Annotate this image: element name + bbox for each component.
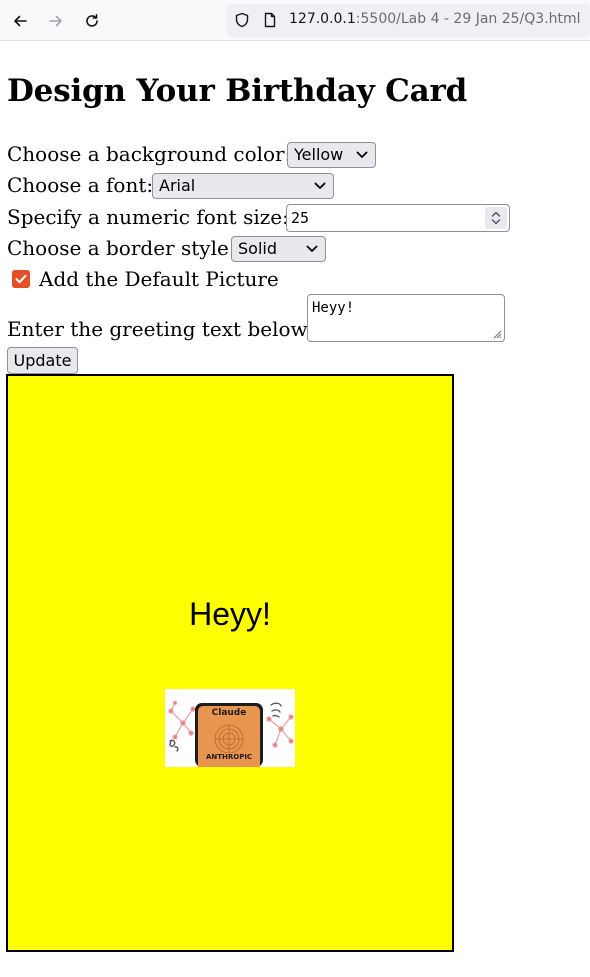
font-size-input[interactable]: 25 <box>286 204 510 232</box>
default-picture-label[interactable]: Add the Default Picture <box>39 266 279 292</box>
url-path: :5500/Lab 4 - 29 Jan 25/Q3.html <box>355 11 581 27</box>
bg-color-select[interactable]: Yellow <box>287 142 376 168</box>
reload-icon <box>86 14 98 27</box>
font-value: Arial <box>159 176 196 195</box>
arrow-left-icon <box>14 15 27 27</box>
chevron-down-icon <box>314 182 326 189</box>
page-icon[interactable] <box>262 12 278 32</box>
address-bar[interactable]: 127.0.0.1:5500/Lab 4 - 29 Jan 25/Q3.html <box>227 4 590 37</box>
font-size-value: 25 <box>291 209 310 227</box>
bg-color-value: Yellow <box>294 145 344 164</box>
forward-button[interactable] <box>42 7 70 35</box>
greeting-textarea-value: Heyy! <box>312 300 355 316</box>
border-style-select[interactable]: Solid <box>231 236 326 262</box>
arrow-right-icon <box>49 15 62 27</box>
border-style-value: Solid <box>238 239 277 258</box>
url-host: 127.0.0.1 <box>289 11 356 27</box>
default-picture: Claude ANTHROPIC <box>165 689 295 767</box>
chevron-down-icon <box>356 151 368 158</box>
picture-bottom-text: ANTHROPIC <box>205 753 253 761</box>
chevron-down-icon <box>306 245 318 252</box>
picture-top-text: Claude <box>211 708 247 718</box>
default-picture-checkbox[interactable] <box>12 270 30 288</box>
shield-icon[interactable] <box>234 12 250 32</box>
back-button[interactable] <box>6 7 34 35</box>
font-size-label: Specify a numeric font size: <box>7 205 289 229</box>
font-label: Choose a font: <box>7 173 154 197</box>
browser-toolbar: 127.0.0.1:5500/Lab 4 - 29 Jan 25/Q3.html <box>0 0 590 41</box>
spinner-arrows-icon <box>491 211 501 225</box>
reload-button[interactable] <box>78 7 106 35</box>
bg-color-label: Choose a background color: <box>7 142 292 166</box>
resize-grip-icon[interactable] <box>492 329 502 339</box>
update-button[interactable]: Update <box>7 347 78 374</box>
border-style-label: Choose a border style: <box>7 236 236 260</box>
card-greeting: Heyy! <box>189 596 271 632</box>
font-size-spinner[interactable] <box>485 207 507 229</box>
page-title: Design Your Birthday Card <box>7 73 468 109</box>
url-text: 127.0.0.1:5500/Lab 4 - 29 Jan 25/Q3.html <box>289 11 581 27</box>
font-select[interactable]: Arial <box>152 173 334 199</box>
greeting-textarea[interactable]: Heyy! <box>307 294 505 342</box>
birthday-card: Heyy! Claude ANTHROPIC <box>6 374 454 952</box>
greeting-label: Enter the greeting text below: <box>7 317 315 341</box>
checkmark-icon <box>15 274 27 284</box>
